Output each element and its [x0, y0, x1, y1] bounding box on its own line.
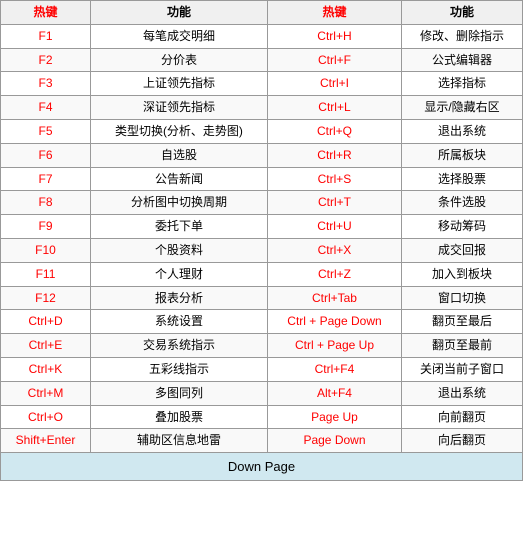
func-cell-left: 委托下单 [90, 215, 267, 239]
func-cell-right: 移动筹码 [402, 215, 523, 239]
hotkey-cell-left: F12 [1, 286, 91, 310]
hotkey-cell-right: Page Down [267, 429, 401, 453]
hotkey-cell-left: Shift+Enter [1, 429, 91, 453]
hotkey-cell-right: Ctrl+F4 [267, 357, 401, 381]
func-cell-right: 所属板块 [402, 143, 523, 167]
hotkey-cell-right: Ctrl+S [267, 167, 401, 191]
hotkey-cell-right: Ctrl+R [267, 143, 401, 167]
col-header-hk2: 热键 [267, 1, 401, 25]
table-row: Ctrl+K五彩线指示Ctrl+F4关闭当前子窗口 [1, 357, 523, 381]
func-cell-left: 每笔成交明细 [90, 24, 267, 48]
func-cell-left: 叠加股票 [90, 405, 267, 429]
hotkey-cell-left: Ctrl+O [1, 405, 91, 429]
func-cell-right: 关闭当前子窗口 [402, 357, 523, 381]
table-row: Ctrl+E交易系统指示Ctrl + Page Up翻页至最前 [1, 334, 523, 358]
hotkey-cell-right: Ctrl+Z [267, 262, 401, 286]
hotkey-cell-right: Ctrl+L [267, 96, 401, 120]
hotkey-cell-right: Ctrl+X [267, 238, 401, 262]
hotkey-cell-right: Ctrl+T [267, 191, 401, 215]
func-cell-left: 上证领先指标 [90, 72, 267, 96]
table-row: F2分价表Ctrl+F公式编辑器 [1, 48, 523, 72]
func-cell-left: 类型切换(分析、走势图) [90, 119, 267, 143]
func-cell-right: 显示/隐藏右区 [402, 96, 523, 120]
table-row: F8分析图中切换周期Ctrl+T条件选股 [1, 191, 523, 215]
hotkey-cell-right: Ctrl+I [267, 72, 401, 96]
hotkey-cell-right: Page Up [267, 405, 401, 429]
func-cell-left: 多图同列 [90, 381, 267, 405]
hotkey-cell-right: Ctrl+U [267, 215, 401, 239]
hotkey-cell-right: Ctrl + Page Up [267, 334, 401, 358]
hotkey-cell-left: F4 [1, 96, 91, 120]
table-row: F1每笔成交明细Ctrl+H修改、删除指示 [1, 24, 523, 48]
func-cell-right: 退出系统 [402, 381, 523, 405]
func-cell-left: 五彩线指示 [90, 357, 267, 381]
func-cell-right: 翻页至最后 [402, 310, 523, 334]
col-header-fn1: 功能 [90, 1, 267, 25]
col-header-hk1: 热键 [1, 1, 91, 25]
func-cell-left: 自选股 [90, 143, 267, 167]
hotkey-cell-left: Ctrl+D [1, 310, 91, 334]
hotkey-cell-right: Ctrl+F [267, 48, 401, 72]
hotkey-cell-left: Ctrl+M [1, 381, 91, 405]
table-row: F5类型切换(分析、走势图)Ctrl+Q退出系统 [1, 119, 523, 143]
hotkey-cell-left: F2 [1, 48, 91, 72]
func-cell-right: 条件选股 [402, 191, 523, 215]
func-cell-left: 分价表 [90, 48, 267, 72]
func-cell-left: 深证领先指标 [90, 96, 267, 120]
hotkey-cell-left: F3 [1, 72, 91, 96]
func-cell-right: 向前翻页 [402, 405, 523, 429]
table-row: Ctrl+M多图同列Alt+F4退出系统 [1, 381, 523, 405]
hotkey-cell-left: F8 [1, 191, 91, 215]
hotkey-cell-left: F5 [1, 119, 91, 143]
bottom-text: Down Page [228, 459, 295, 474]
func-cell-right: 修改、删除指示 [402, 24, 523, 48]
hotkey-cell-left: F1 [1, 24, 91, 48]
func-cell-left: 个股资料 [90, 238, 267, 262]
hotkey-cell-left: F6 [1, 143, 91, 167]
func-cell-right: 公式编辑器 [402, 48, 523, 72]
func-cell-right: 加入到板块 [402, 262, 523, 286]
func-cell-left: 交易系统指示 [90, 334, 267, 358]
func-cell-right: 翻页至最前 [402, 334, 523, 358]
func-cell-right: 窗口切换 [402, 286, 523, 310]
table-row: Ctrl+O叠加股票Page Up向前翻页 [1, 405, 523, 429]
table-row: F10个股资料Ctrl+X成交回报 [1, 238, 523, 262]
hotkey-table: 热键 功能 热键 功能 F1每笔成交明细Ctrl+H修改、删除指示F2分价表Ct… [0, 0, 523, 453]
func-cell-right: 成交回报 [402, 238, 523, 262]
col-header-fn2: 功能 [402, 1, 523, 25]
hotkey-cell-right: Ctrl+Q [267, 119, 401, 143]
bottom-bar: Down Page [0, 452, 523, 481]
func-cell-left: 个人理财 [90, 262, 267, 286]
hotkey-cell-left: F10 [1, 238, 91, 262]
hotkey-cell-left: F11 [1, 262, 91, 286]
hotkey-cell-right: Ctrl + Page Down [267, 310, 401, 334]
table-row: F6自选股Ctrl+R所属板块 [1, 143, 523, 167]
hotkey-cell-right: Ctrl+H [267, 24, 401, 48]
hotkey-cell-left: F9 [1, 215, 91, 239]
hotkey-cell-left: Ctrl+E [1, 334, 91, 358]
hotkey-cell-left: F7 [1, 167, 91, 191]
table-row: Ctrl+D系统设置Ctrl + Page Down翻页至最后 [1, 310, 523, 334]
table-row: F4深证领先指标Ctrl+L显示/隐藏右区 [1, 96, 523, 120]
hotkey-cell-left: Ctrl+K [1, 357, 91, 381]
func-cell-right: 选择指标 [402, 72, 523, 96]
func-cell-left: 公告新闻 [90, 167, 267, 191]
func-cell-right: 选择股票 [402, 167, 523, 191]
func-cell-left: 分析图中切换周期 [90, 191, 267, 215]
table-row: F9委托下单Ctrl+U移动筹码 [1, 215, 523, 239]
func-cell-right: 退出系统 [402, 119, 523, 143]
table-row: F7公告新闻Ctrl+S选择股票 [1, 167, 523, 191]
func-cell-right: 向后翻页 [402, 429, 523, 453]
func-cell-left: 系统设置 [90, 310, 267, 334]
func-cell-left: 辅助区信息地雷 [90, 429, 267, 453]
hotkey-cell-right: Alt+F4 [267, 381, 401, 405]
hotkey-cell-right: Ctrl+Tab [267, 286, 401, 310]
table-row: F3上证领先指标Ctrl+I选择指标 [1, 72, 523, 96]
func-cell-left: 报表分析 [90, 286, 267, 310]
table-row: Shift+Enter辅助区信息地雷Page Down向后翻页 [1, 429, 523, 453]
table-row: F12报表分析Ctrl+Tab窗口切换 [1, 286, 523, 310]
table-row: F11个人理财Ctrl+Z加入到板块 [1, 262, 523, 286]
